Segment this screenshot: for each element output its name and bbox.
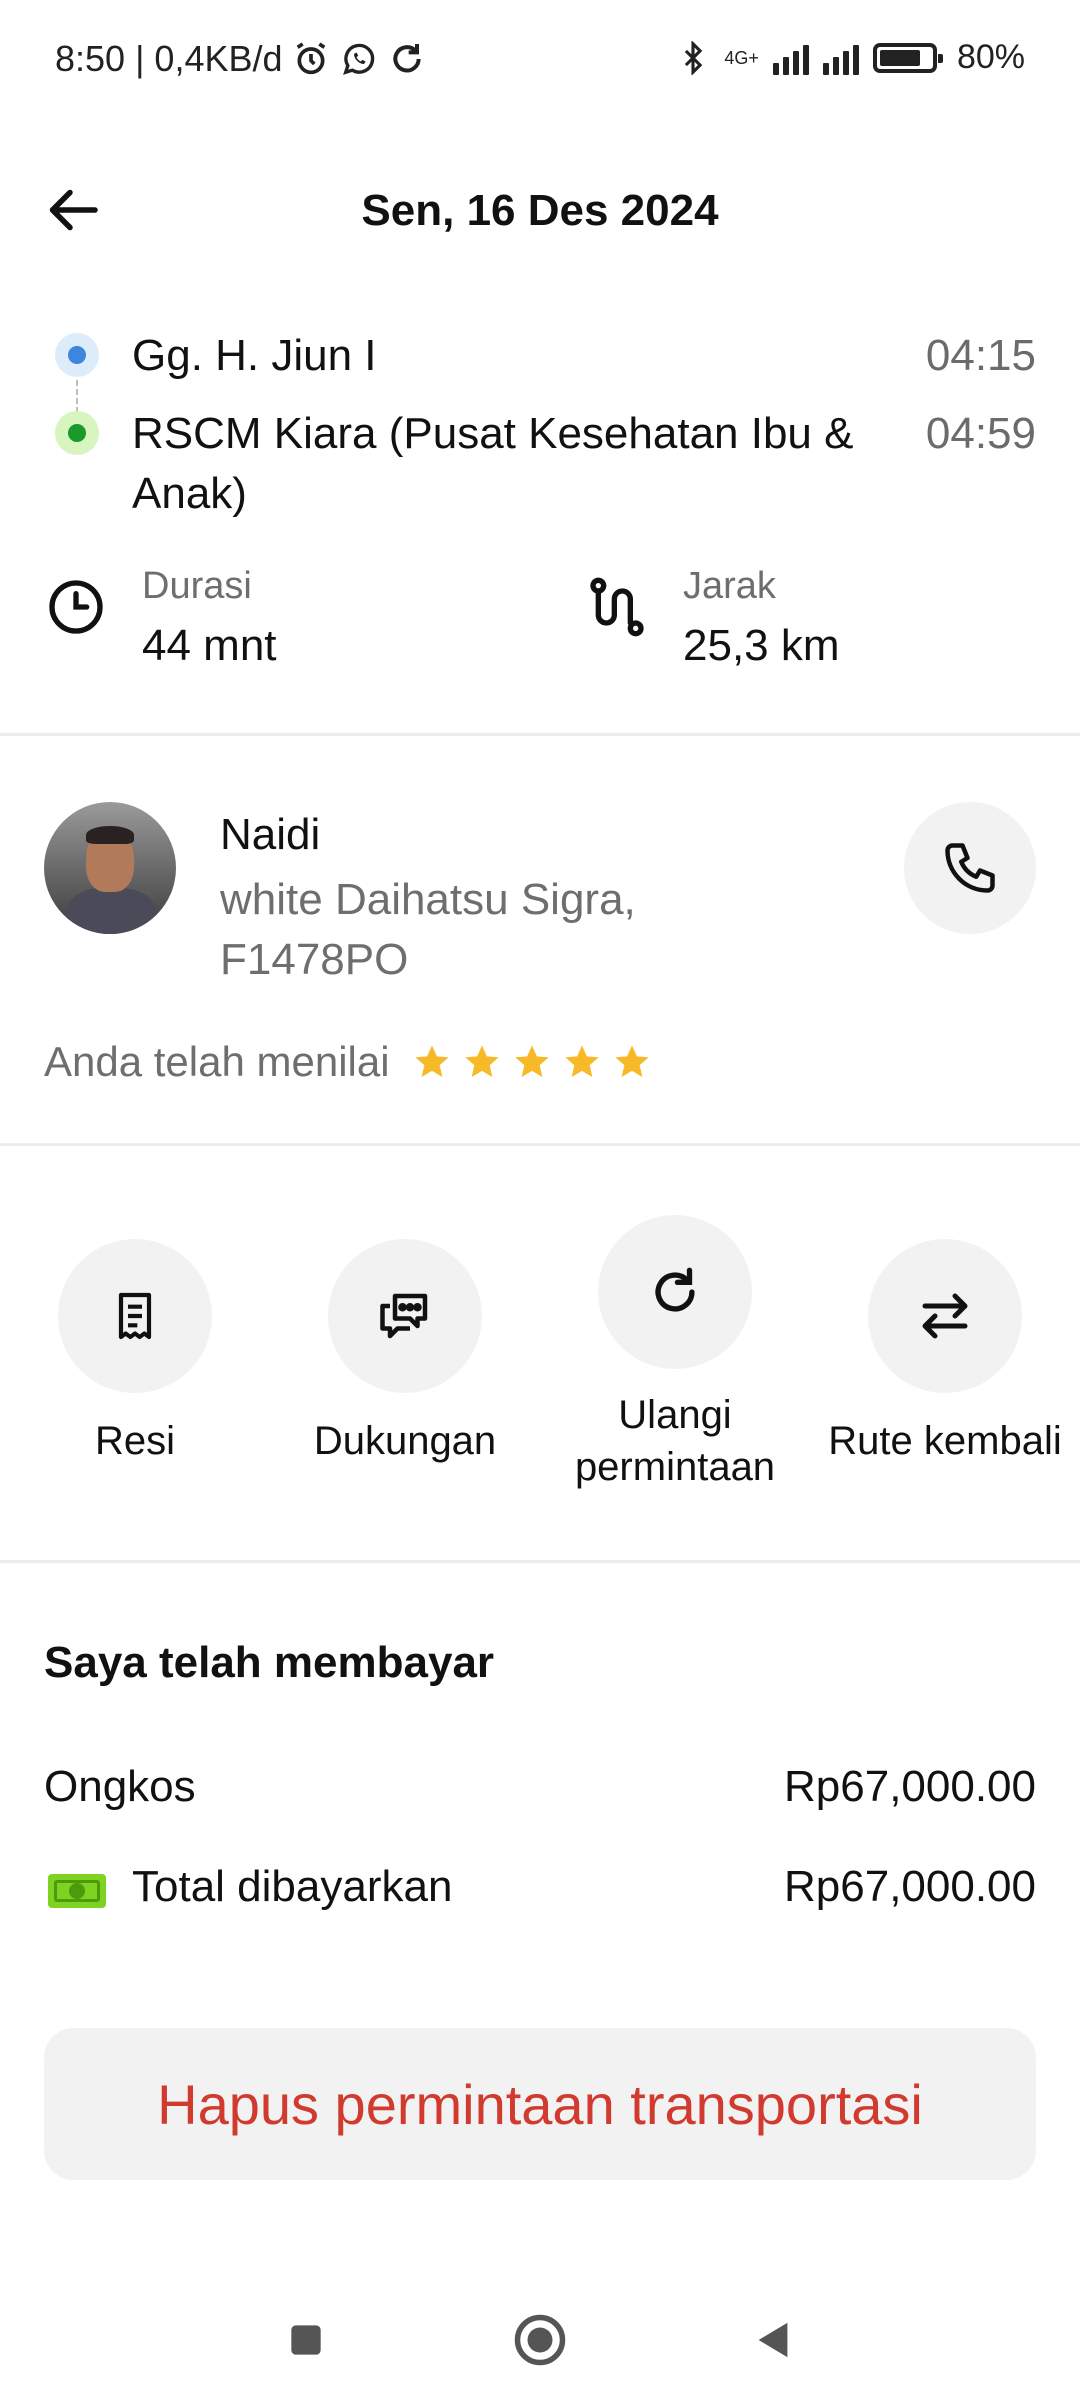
return-route-button[interactable] [868, 1239, 1022, 1393]
swap-icon [922, 1293, 968, 1339]
system-nav-bar [0, 2280, 1080, 2390]
duration-label: Durasi [142, 565, 252, 607]
phone-icon [945, 843, 995, 893]
repeat-icon [655, 1267, 695, 1312]
duration-value: 44 mnt [142, 621, 277, 670]
action-label: Ulangi permintaan [574, 1393, 776, 1489]
call-button[interactable] [904, 802, 1036, 934]
home-circle-icon [514, 2314, 566, 2366]
star-icon [464, 1045, 499, 1077]
destination-time: 04:59 [925, 409, 1036, 458]
page-title: Sen, 16 Des 2024 [361, 186, 719, 235]
support-button[interactable] [328, 1239, 482, 1393]
rating-row: Anda telah menilai [44, 1038, 652, 1086]
nav-recents-button[interactable] [266, 2300, 346, 2380]
total-value: Rp67,000.00 [784, 1862, 1036, 1911]
rating-label: Anda telah menilai [44, 1038, 390, 1085]
trip-stats: Durasi 44 mnt Jarak 25,3 km [0, 565, 1080, 685]
clock-icon [49, 580, 103, 634]
avatar [44, 802, 176, 934]
driver-name: Naidi [220, 810, 321, 859]
status-left: 8:50 | 0,4KB/d [55, 38, 427, 80]
alarm-icon [296, 42, 325, 75]
nav-home-button[interactable] [500, 2300, 580, 2380]
divider [0, 733, 1080, 736]
divider [0, 1560, 1080, 1563]
cash-icon [48, 1874, 106, 1908]
status-right: 4G+ 80% [676, 38, 1025, 77]
origin-time: 04:15 [925, 331, 1036, 380]
total-row: Total dibayarkan Rp67,000.00 [0, 1862, 1080, 1922]
network-type: 4G+ [724, 47, 759, 68]
star-icon [414, 1045, 449, 1077]
square-icon [291, 2325, 321, 2355]
star-icon [514, 1045, 549, 1077]
receipt-icon [118, 1292, 152, 1340]
payment-title: Saya telah membayar [44, 1638, 495, 1687]
header: Sen, 16 Des 2024 [0, 160, 1080, 260]
action-label: Dukungan [313, 1419, 497, 1463]
signal-icon-2 [822, 41, 859, 75]
rating-stars [412, 1042, 652, 1082]
fare-label: Ongkos [44, 1762, 196, 1811]
star-icon [614, 1045, 649, 1077]
origin-name: Gg. H. Jiun I [132, 331, 377, 380]
action-label: Rute kembali [828, 1419, 1062, 1463]
signal-icon [772, 41, 809, 75]
status-bar: 8:50 | 0,4KB/d 4G+ 80% [0, 0, 1080, 120]
chat-support-icon [380, 1293, 428, 1339]
fare-value: Rp67,000.00 [784, 1762, 1036, 1811]
repeat-button[interactable] [598, 1215, 752, 1369]
origin-dot-icon [55, 333, 99, 377]
sync-icon [392, 44, 421, 73]
total-label: Total dibayarkan [132, 1862, 453, 1911]
status-time: 8:50 | 0,4KB/d [55, 38, 283, 79]
battery-icon [872, 42, 943, 73]
bluetooth-icon [685, 40, 703, 75]
battery-percent: 80% [956, 38, 1025, 76]
distance-label: Jarak [683, 565, 776, 607]
fare-row: Ongkos Rp67,000.00 [0, 1762, 1080, 1822]
destination-name: RSCM Kiara (Pusat Kesehatan Ibu & Anak) [132, 409, 854, 518]
nav-back-button[interactable] [734, 2300, 814, 2380]
star-icon [564, 1045, 599, 1077]
driver-car: white Daihatsu Sigra, F1478PO [220, 875, 636, 984]
distance-value: 25,3 km [683, 621, 840, 670]
whatsapp-icon [342, 43, 374, 75]
divider [0, 1143, 1080, 1146]
driver-card: Naidi white Daihatsu Sigra, F1478PO Anda… [0, 760, 1080, 1100]
triangle-back-icon [758, 2322, 788, 2358]
route-icon [590, 577, 644, 637]
destination-dot-icon [55, 411, 99, 455]
action-label: Resi [94, 1419, 176, 1463]
delete-request-button[interactable]: Hapus permintaan transportasi [44, 2028, 1036, 2180]
receipt-button[interactable] [58, 1239, 212, 1393]
actions-row: Resi Dukungan Ulangi permintaan Rute kem… [0, 1215, 1080, 1515]
